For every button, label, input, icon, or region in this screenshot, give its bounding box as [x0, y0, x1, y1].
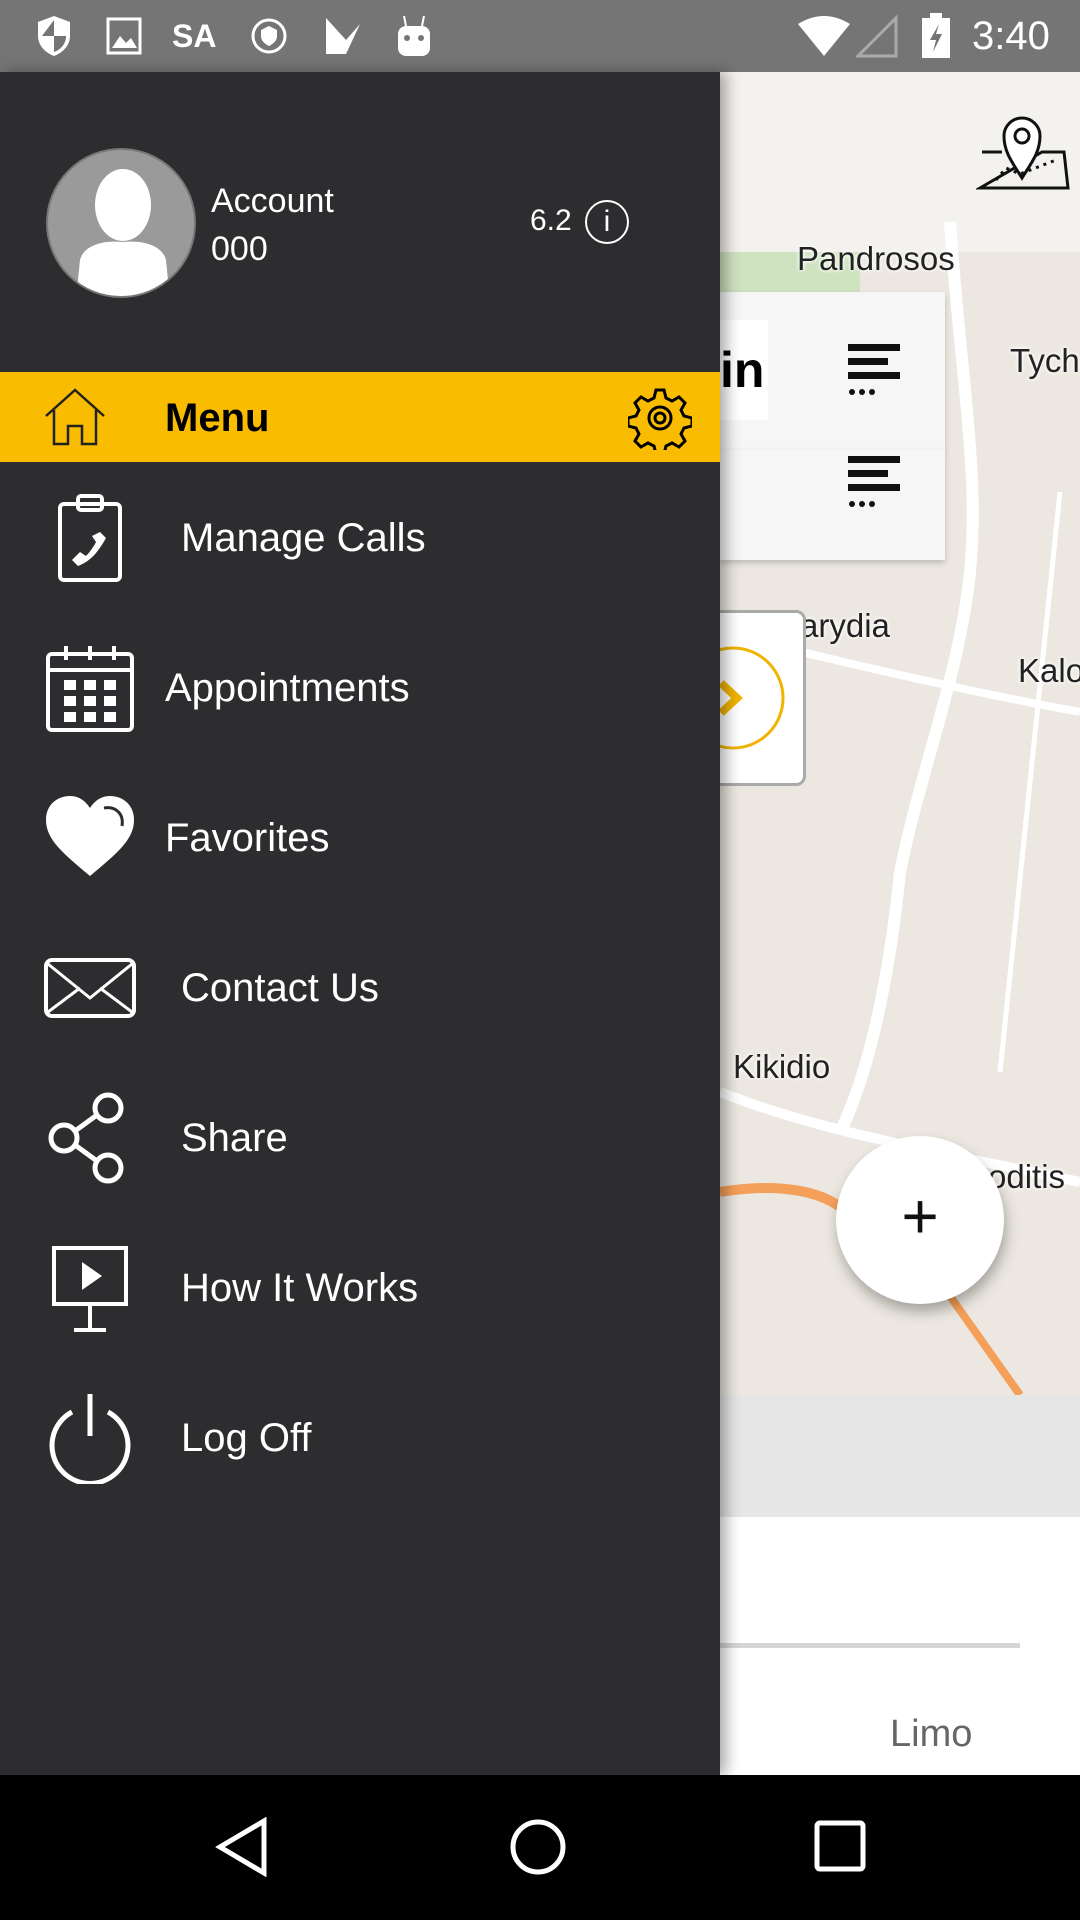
- wifi-icon: [796, 14, 852, 58]
- share-icon: [48, 1092, 124, 1184]
- map-label: Kalo: [1018, 652, 1080, 689]
- chevron-right-icon: [720, 646, 785, 750]
- system-nav-bar: [0, 1775, 1080, 1920]
- menu-item-label: Appointments: [165, 665, 410, 710]
- menu-item-label: Favorites: [165, 815, 330, 860]
- bottom-panel: Limo: [720, 1517, 1080, 1775]
- menu-item-label: How It Works: [181, 1265, 419, 1310]
- menu-item-label: Share: [181, 1115, 288, 1160]
- android-icon: [394, 14, 434, 58]
- recents-icon[interactable]: [813, 1819, 869, 1875]
- menu-item-how-it-works[interactable]: How It Works: [0, 1213, 720, 1363]
- home-nav-icon[interactable]: [508, 1817, 568, 1877]
- vpn-icon: [250, 14, 288, 58]
- battery-charging-icon: [920, 13, 952, 58]
- menu-title: Menu: [165, 396, 270, 440]
- home-icon: [45, 388, 105, 446]
- menu-header[interactable]: Menu: [0, 372, 720, 462]
- back-icon[interactable]: [214, 1817, 270, 1877]
- info-icon[interactable]: i: [585, 200, 629, 244]
- map-label: oditis: [988, 1158, 1066, 1195]
- sort-list-icon[interactable]: [846, 452, 902, 512]
- carrier-text: SA: [172, 17, 217, 54]
- heart-icon: [46, 796, 134, 876]
- tab-limo[interactable]: Limo: [890, 1713, 972, 1756]
- next-arrow-button[interactable]: [720, 610, 806, 786]
- task-icon: [322, 14, 364, 58]
- map-label: Tych: [1010, 342, 1080, 379]
- partial-text: in: [720, 320, 768, 420]
- status-bar: SA 3:40: [0, 0, 1080, 72]
- menu-item-share[interactable]: Share: [0, 1063, 720, 1213]
- map-label: Kikidio: [733, 1048, 831, 1085]
- version-label: 6.2: [530, 204, 572, 237]
- navigation-drawer: Account 000 6.2 i Menu Manage Calls Appo…: [0, 72, 720, 1775]
- divider: [720, 1643, 1020, 1648]
- menu-item-log-off[interactable]: Log Off: [0, 1363, 720, 1513]
- envelope-icon: [44, 958, 136, 1018]
- menu-item-contact-us[interactable]: Contact Us: [0, 913, 720, 1063]
- avatar[interactable]: [46, 148, 196, 298]
- presentation-icon: [52, 1246, 128, 1332]
- sort-list-icon[interactable]: [846, 340, 902, 400]
- calendar-icon: [46, 646, 134, 732]
- add-fab-button[interactable]: +: [836, 1136, 1004, 1304]
- gear-icon[interactable]: [628, 386, 692, 450]
- menu-item-label: Contact Us: [181, 965, 379, 1010]
- menu-item-favorites[interactable]: Favorites: [0, 763, 720, 913]
- power-icon: [49, 1394, 131, 1484]
- menu-item-appointments[interactable]: Appointments: [0, 613, 720, 763]
- menu-item-label: Manage Calls: [181, 515, 426, 560]
- clock: 3:40: [972, 13, 1050, 58]
- menu-item-label: Log Off: [181, 1415, 312, 1460]
- shield-icon: [34, 14, 74, 58]
- clipboard-phone-icon: [58, 494, 122, 582]
- image-icon: [106, 14, 142, 58]
- route-map-icon[interactable]: [974, 102, 1072, 197]
- map-label: Pandrosos: [797, 240, 955, 277]
- signal-icon: [856, 14, 898, 58]
- map-view[interactable]: Pandrosos Tych Karydia Kalo Kikidio odit…: [720, 72, 1080, 1395]
- menu-item-manage-calls[interactable]: Manage Calls: [0, 463, 720, 613]
- gray-band: [720, 1395, 1080, 1517]
- search-card[interactable]: in: [720, 292, 945, 450]
- search-card-2[interactable]: [720, 450, 945, 560]
- account-number: 000: [211, 230, 268, 268]
- account-label: Account: [211, 182, 334, 220]
